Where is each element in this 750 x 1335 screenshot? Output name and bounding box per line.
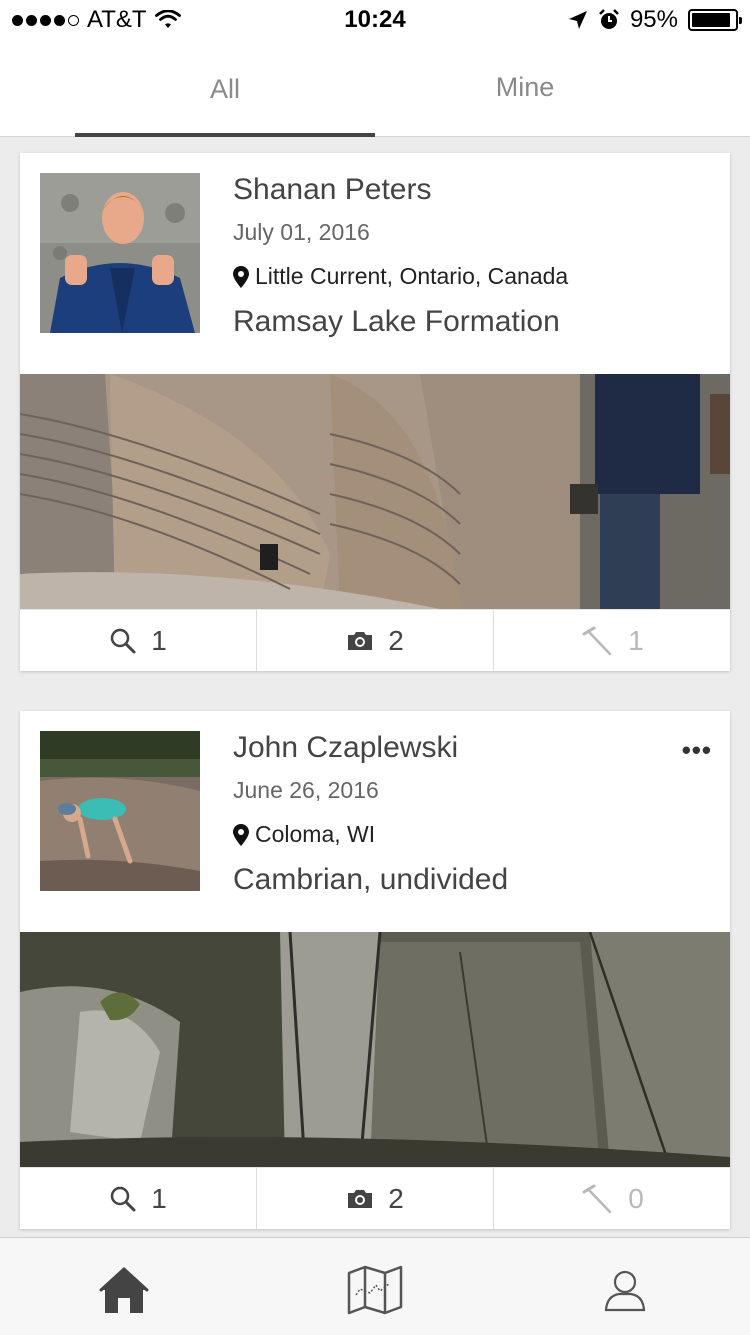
map-pin-icon [233, 265, 249, 288]
user-name[interactable]: Shanan Peters [233, 173, 431, 207]
photos-count: 2 [388, 624, 404, 656]
user-name[interactable]: John Czaplewski [233, 731, 458, 765]
camera-icon [348, 631, 373, 650]
magnifier-icon [110, 1186, 136, 1211]
card-actions: 1 2 0 [20, 1167, 730, 1229]
location: Coloma, WI [233, 821, 375, 848]
checkin-photo[interactable] [20, 374, 730, 609]
checkin-photo[interactable] [20, 932, 730, 1167]
card-actions: 1 2 1 [20, 609, 730, 671]
location-arrow-icon [568, 11, 587, 29]
tab-all[interactable]: All [75, 40, 375, 136]
nav-home[interactable] [94, 1262, 154, 1318]
observations-count: 1 [151, 1182, 167, 1214]
nav-profile[interactable] [595, 1262, 655, 1318]
tab-mine[interactable]: Mine [375, 40, 675, 136]
observations-button[interactable]: 1 [20, 1167, 257, 1229]
home-icon [99, 1267, 149, 1313]
nav-map[interactable] [345, 1262, 405, 1318]
location-label: Coloma, WI [255, 821, 376, 847]
more-options-button[interactable]: ••• [682, 735, 712, 766]
photos-button[interactable]: 2 [257, 1167, 494, 1229]
checkin-date: June 26, 2016 [233, 777, 379, 803]
fossils-button[interactable]: 1 [494, 609, 730, 671]
camera-icon [348, 1189, 373, 1208]
map-pin-icon [233, 823, 249, 846]
location: Little Current, Ontario, Canada [233, 263, 568, 290]
avatar[interactable] [40, 731, 200, 891]
observations-button[interactable]: 1 [20, 609, 257, 671]
geologic-unit[interactable]: Cambrian, undivided [233, 863, 508, 897]
magnifier-icon [110, 628, 136, 653]
observations-count: 1 [151, 624, 167, 656]
feed-tabs: All Mine [0, 40, 750, 137]
battery-percent: 95% [629, 6, 678, 33]
status-right: 95% [568, 6, 742, 34]
map-icon [347, 1265, 403, 1315]
status-bar: AT&T 10:24 95% [0, 0, 750, 40]
fossils-button[interactable]: 0 [494, 1167, 730, 1229]
battery-icon [688, 9, 742, 31]
photos-count: 2 [388, 1182, 404, 1214]
profile-icon [604, 1270, 646, 1312]
checkin-card[interactable]: Shanan Peters July 01, 2016 Little Curre… [20, 153, 730, 671]
alarm-icon [599, 9, 619, 29]
bottom-nav [0, 1237, 750, 1335]
avatar[interactable] [40, 173, 200, 333]
location-label: Little Current, Ontario, Canada [255, 263, 569, 289]
checkin-date: July 01, 2016 [233, 219, 370, 245]
rock-hammer-icon [582, 626, 612, 655]
rock-hammer-icon [582, 1184, 612, 1213]
checkin-card[interactable]: John Czaplewski ••• June 26, 2016 Coloma… [20, 711, 730, 1229]
fossils-count: 0 [628, 1182, 644, 1214]
fossils-count: 1 [628, 624, 644, 656]
photos-button[interactable]: 2 [257, 609, 494, 671]
tab-selected-indicator [75, 133, 375, 137]
geologic-unit[interactable]: Ramsay Lake Formation [233, 305, 560, 339]
